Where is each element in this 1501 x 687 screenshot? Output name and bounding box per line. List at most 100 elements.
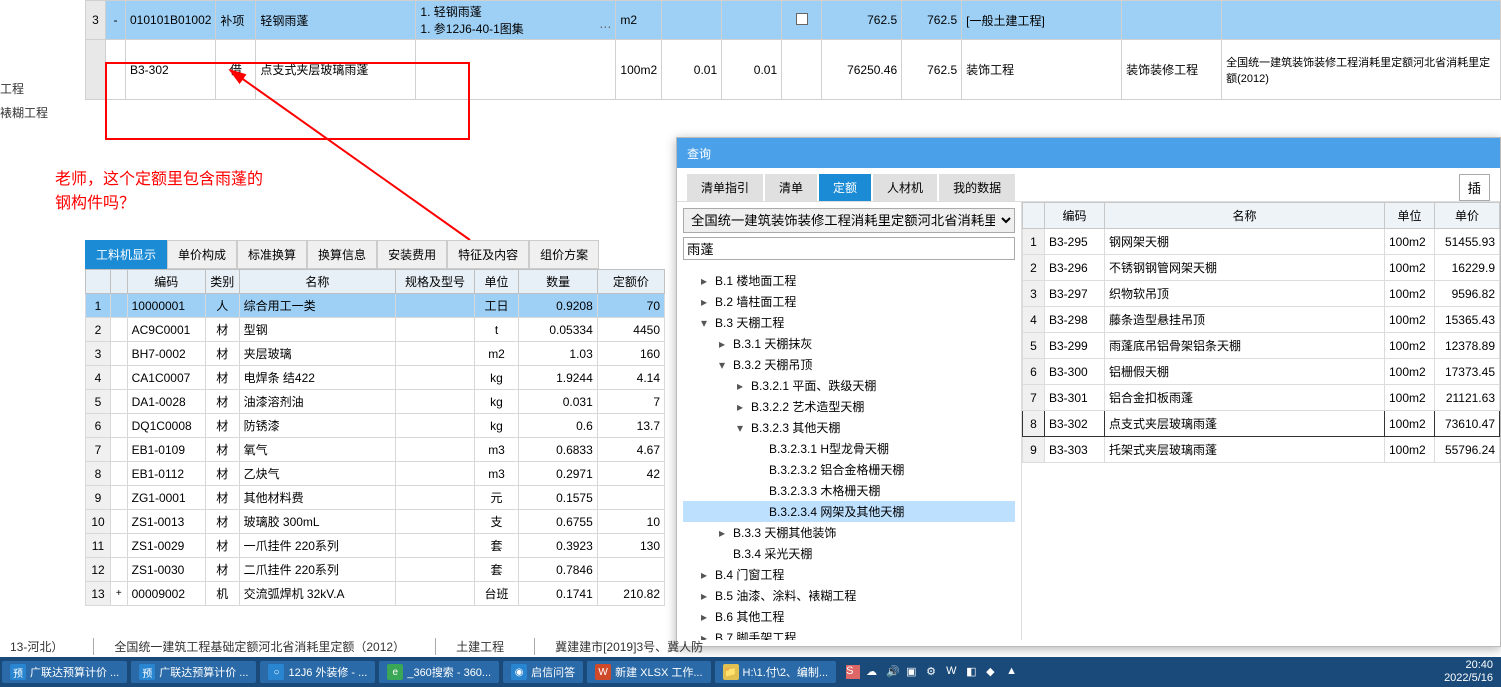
qty1-cell[interactable]: 0.01 [662,40,722,100]
tree-node[interactable]: ▾B.3.2.3 其他天棚 [683,417,1015,438]
tray-icon[interactable]: ☁ [866,665,880,679]
col-code[interactable]: 编码 [1045,203,1105,229]
spec-cell[interactable] [396,462,474,486]
col-name[interactable]: 名称 [239,270,396,294]
spec-cell[interactable] [396,438,474,462]
expand-icon[interactable]: + [111,582,128,606]
name-cell[interactable]: 钢网架天棚 [1105,229,1385,255]
code-cell[interactable]: B3-296 [1045,255,1105,281]
code-cell[interactable]: B3-300 [1045,359,1105,385]
desc-cell[interactable]: 1. 轻钢雨蓬 1. 参12J6-40-1图集 ⋯ [416,1,616,40]
table-row[interactable]: 2B3-296不锈钢钢管网架天棚100m216229.9 [1023,255,1500,281]
code-cell[interactable]: 10000001 [127,294,205,318]
name-cell[interactable]: 氧气 [239,438,396,462]
table-row[interactable]: 10ZS1-0013材玻璃胶 300mL支0.675510 [86,510,665,534]
tab-material-display[interactable]: 工料机显示 [85,240,167,269]
spec-cell[interactable] [396,534,474,558]
col-spec[interactable]: 规格及型号 [396,270,474,294]
tree-toggle-icon[interactable]: ▸ [701,589,711,603]
qty-cell[interactable]: 0.05334 [519,318,597,342]
col-unit[interactable]: 单位 [474,270,519,294]
tab-rcj[interactable]: 人材机 [873,174,937,201]
table-row[interactable]: 3 - 010101B01002 补项 轻钢雨蓬 1. 轻钢雨蓬 1. 参12J… [86,1,1501,40]
tree-node[interactable]: B.3.2.3.1 H型龙骨天棚 [683,438,1015,459]
qty-cell[interactable]: 0.6833 [519,438,597,462]
tab-price-scheme[interactable]: 组价方案 [529,240,599,269]
col-code[interactable]: 编码 [127,270,205,294]
price-cell[interactable]: 4.14 [597,366,664,390]
qty-cell[interactable]: 0.3923 [519,534,597,558]
name-cell[interactable]: 油漆溶剂油 [239,390,396,414]
name-cell[interactable]: 点支式夹层玻璃雨蓬 [256,40,416,100]
price-cell[interactable]: 160 [597,342,664,366]
tree-toggle-icon[interactable]: ▸ [701,568,711,582]
tree-toggle-icon[interactable]: ▾ [737,421,747,435]
code-cell[interactable]: B3-302 [1045,411,1105,437]
tree-node[interactable]: ▸B.3.2.2 艺术造型天棚 [683,396,1015,417]
name-cell[interactable]: 二爪挂件 220系列 [239,558,396,582]
tree-node[interactable]: ▸B.4 门窗工程 [683,564,1015,585]
col-category[interactable]: 类别 [205,270,239,294]
expand-icon[interactable] [111,510,128,534]
qty-cell[interactable]: 0.1741 [519,582,597,606]
name-cell[interactable]: 夹层玻璃 [239,342,396,366]
table-row[interactable]: 3B3-297织物软吊顶100m29596.82 [1023,281,1500,307]
name-cell[interactable]: 托架式夹层玻璃雨蓬 [1105,437,1385,463]
name-cell[interactable]: 防锈漆 [239,414,396,438]
tab-mydata[interactable]: 我的数据 [939,174,1015,201]
col-unit[interactable]: 单位 [1385,203,1435,229]
qty-cell[interactable]: 1.9244 [519,366,597,390]
name-cell[interactable]: 型钢 [239,318,396,342]
name-cell[interactable]: 点支式夹层玻璃雨蓬 [1105,411,1385,437]
code-cell[interactable]: EB1-0112 [127,462,205,486]
price-cell[interactable] [597,558,664,582]
tree-toggle-icon[interactable]: ▾ [719,358,729,372]
code-cell[interactable]: B3-295 [1045,229,1105,255]
tab-list-guide[interactable]: 清单指引 [687,174,763,201]
qty-cell[interactable]: 0.7846 [519,558,597,582]
check-cell[interactable] [782,40,822,100]
code-cell[interactable]: CA1C0007 [127,366,205,390]
tree-toggle-icon[interactable]: ▸ [737,400,747,414]
table-row[interactable]: 4B3-298藤条造型悬挂吊顶100m215365.43 [1023,307,1500,333]
tab-feature-content[interactable]: 特征及内容 [447,240,529,269]
tree-node[interactable]: ▸B.6 其他工程 [683,606,1015,627]
col-price[interactable]: 单价 [1435,203,1500,229]
collapse-toggle[interactable]: - [106,1,126,40]
table-row[interactable]: 9B3-303托架式夹层玻璃雨蓬100m255796.24 [1023,437,1500,463]
qty-cell[interactable]: 0.1575 [519,486,597,510]
expand-icon[interactable] [111,462,128,486]
price-cell[interactable]: 70 [597,294,664,318]
system-tray[interactable]: S ☁ 🔊 ▣ ⚙ W ◧ ◆ ▲ [838,665,1028,679]
code-cell[interactable]: B3-299 [1045,333,1105,359]
table-row[interactable]: 1B3-295钢网架天棚100m251455.93 [1023,229,1500,255]
qty-cell[interactable]: 0.6 [519,414,597,438]
taskbar-item[interactable]: ○12J6 外装修 - ... [260,661,375,683]
tray-icon[interactable]: ▣ [906,665,920,679]
quota-tree[interactable]: ▸B.1 楼地面工程▸B.2 墙柱面工程▾B.3 天棚工程▸B.3.1 天棚抹灰… [677,266,1021,640]
tab-price-compose[interactable]: 单价构成 [167,240,237,269]
name-cell[interactable]: 其他材料费 [239,486,396,510]
tree-toggle-icon[interactable]: ▸ [701,295,711,309]
spec-cell[interactable] [396,486,474,510]
code-cell[interactable]: AC9C0001 [127,318,205,342]
name-cell[interactable]: 交流弧焊机 32kV.A [239,582,396,606]
material-table[interactable]: 编码 类别 名称 规格及型号 单位 数量 定额价 110000001人综合用工一… [85,269,665,606]
insert-button[interactable]: 插 [1459,174,1490,201]
qty-cell[interactable]: 0.9208 [519,294,597,318]
qty-cell[interactable]: 1.03 [519,342,597,366]
tray-icon[interactable]: W [946,665,960,679]
spec-cell[interactable] [396,414,474,438]
tree-node[interactable]: ▸B.5 油漆、涂料、裱糊工程 [683,585,1015,606]
name-cell[interactable]: 电焊条 结422 [239,366,396,390]
tray-icon[interactable]: S [846,665,860,679]
tray-icon[interactable]: ⚙ [926,665,940,679]
qty2-cell[interactable]: 0.01 [722,40,782,100]
price-cell[interactable] [597,486,664,510]
table-row[interactable]: 11ZS1-0029材一爪挂件 220系列套0.3923130 [86,534,665,558]
code-cell[interactable]: DA1-0028 [127,390,205,414]
name-cell[interactable]: 雨蓬底吊铝骨架铝条天棚 [1105,333,1385,359]
taskbar-item[interactable]: 预广联达预算计价 ... [2,661,127,683]
table-row[interactable]: 8EB1-0112材乙炔气m30.297142 [86,462,665,486]
code-cell[interactable]: B3-298 [1045,307,1105,333]
